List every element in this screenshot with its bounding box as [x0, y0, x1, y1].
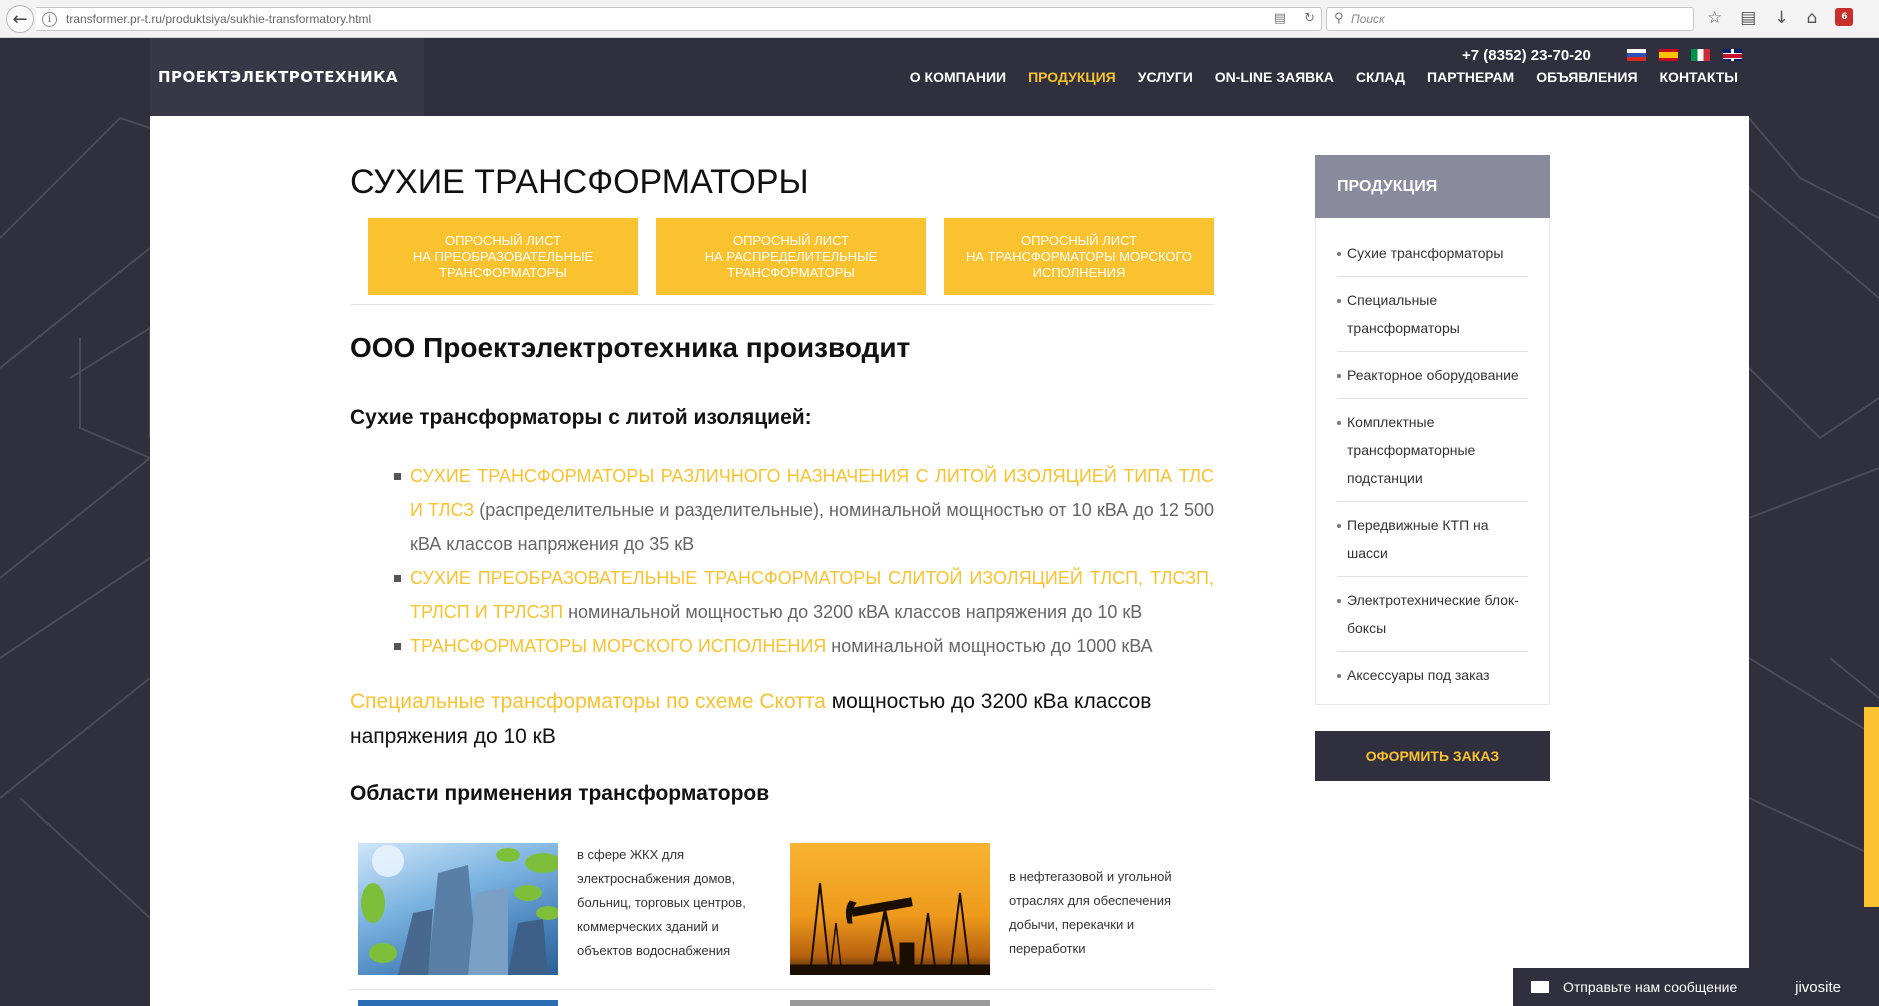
scott-paragraph: Специальные трансформаторы по схеме Скот…: [350, 684, 1214, 754]
library-icon[interactable]: ▤: [1740, 8, 1756, 28]
button-line: НА РАСПРЕДЕЛИТЕЛЬНЫЕ: [704, 248, 878, 264]
list-item: СУХИЕ ПРЕОБРАЗОВАТЕЛЬНЫЕ ТРАНСФОРМАТОРЫ …: [394, 561, 1214, 629]
sidebar-item-substations[interactable]: Комплектные трансформаторные подстанции: [1337, 399, 1528, 502]
extension-icon[interactable]: 6: [1835, 8, 1854, 26]
sidebar-item-reactor-equipment[interactable]: Реакторное оборудование: [1337, 352, 1528, 399]
back-arrow-icon[interactable]: ←: [6, 5, 34, 33]
button-line: ИСПОЛНЕНИЯ: [1032, 264, 1126, 280]
oil-pump-image: [790, 843, 990, 975]
product-list: СУХИЕ ТРАНСФОРМАТОРЫ РАЗЛИЧНОГО НАЗНАЧЕН…: [394, 459, 1214, 663]
button-line: НА ПРЕОБРАЗОВАТЕЛЬНЫЕ: [412, 248, 594, 264]
home-icon[interactable]: ⌂: [1807, 8, 1818, 28]
chat-message-label[interactable]: Отправьте нам сообщение: [1563, 979, 1737, 995]
button-line: НА ТРАНСФОРМАТОРЫ МОРСКОГО: [966, 248, 1192, 264]
questionnaire-marine-button[interactable]: ОПРОСНЫЙ ЛИСТ НА ТРАНСФОРМАТОРЫ МОРСКОГО…: [944, 218, 1214, 295]
browser-toolbar: ← i transformer.pr-t.ru/produktsiya/sukh…: [0, 0, 1879, 38]
search-placeholder: Поиск: [1351, 12, 1385, 26]
nav-services[interactable]: УСЛУГИ: [1138, 69, 1193, 85]
cast-insulation-heading: Сухие трансформаторы с литой изоляцией:: [350, 406, 812, 429]
flag-it-icon[interactable]: [1691, 49, 1710, 61]
logo-text[interactable]: ПРОЕКТЭЛЕКТРОТЕХНИКА: [158, 68, 398, 86]
button-line: ОПРОСНЫЙ ЛИСТ: [733, 232, 849, 248]
sidebar-item-special-transformers[interactable]: Специальные трансформаторы: [1337, 277, 1528, 352]
sidebar-item-mobile-ktp[interactable]: Передвижные КТП на шасси: [1337, 502, 1528, 577]
page-title: СУХИЕ ТРАНСФОРМАТОРЫ: [350, 163, 809, 201]
nav-about[interactable]: О КОМПАНИИ: [910, 69, 1006, 85]
product-desc: номинальной мощностью до 3200 кВА классо…: [563, 602, 1143, 622]
questionnaire-buttons: ОПРОСНЫЙ ЛИСТ НА ПРЕОБРАЗОВАТЕЛЬНЫЕ ТРАН…: [368, 218, 1214, 295]
flag-ru-icon[interactable]: [1627, 49, 1646, 61]
product-link[interactable]: ТРАНСФОРМАТОРЫ МОРСКОГО ИСПОЛНЕНИЯ: [410, 636, 826, 656]
city-buildings-image: [358, 843, 558, 975]
language-switcher: [1627, 49, 1742, 61]
button-line: ТРАНСФОРМАТОРЫ: [439, 264, 567, 280]
download-icon[interactable]: ↓: [1774, 8, 1788, 28]
flag-gb-icon[interactable]: [1723, 49, 1742, 61]
bookmark-star-icon[interactable]: ☆: [1707, 8, 1722, 28]
sidebar-item-block-boxes[interactable]: Электротехнические блок-боксы: [1337, 577, 1528, 652]
area-card-housing: в сфере ЖКХ для электроснабжения домов, …: [358, 843, 748, 975]
browser-search-input[interactable]: ⚲ Поиск: [1326, 7, 1694, 31]
divider: [350, 304, 1214, 305]
area-text-housing: в сфере ЖКХ для электроснабжения домов, …: [577, 847, 746, 958]
areas-title: Области применения трансформаторов: [350, 782, 770, 805]
button-line: ТРАНСФОРМАТОРЫ: [727, 264, 855, 280]
area-text-oil: в нефтегазовой и угольной отраслях для о…: [1009, 869, 1172, 956]
list-item: СУХИЕ ТРАНСФОРМАТОРЫ РАЗЛИЧНОГО НАЗНАЧЕН…: [394, 459, 1214, 561]
envelope-icon: [1531, 981, 1549, 993]
reader-view-icon[interactable]: ▤: [1274, 11, 1286, 26]
button-line: ОПРОСНЫЙ ЛИСТ: [445, 232, 561, 248]
jivosite-logo: jivosite: [1795, 978, 1841, 996]
main-content: СУХИЕ ТРАНСФОРМАТОРЫ ОПРОСНЫЙ ЛИСТ НА ПР…: [150, 116, 1749, 1006]
questionnaire-converter-button[interactable]: ОПРОСНЫЙ ЛИСТ НА ПРЕОБРАЗОВАТЕЛЬНЫЕ ТРАН…: [368, 218, 638, 295]
logo[interactable]: ПРОЕКТЭЛЕКТРОТЕХНИКА: [150, 38, 424, 116]
list-item: ТРАНСФОРМАТОРЫ МОРСКОГО ИСПОЛНЕНИЯ номин…: [394, 629, 1214, 663]
sidebar-menu: Сухие трансформаторы Специальные трансфо…: [1315, 218, 1550, 705]
main-nav: О КОМПАНИИ ПРОДУКЦИЯ УСЛУГИ ON-LINE ЗАЯВ…: [910, 69, 1738, 85]
nav-products[interactable]: ПРОДУКЦИЯ: [1028, 69, 1116, 85]
chat-widget[interactable]: Отправьте нам сообщение jivosite: [1513, 968, 1879, 1006]
flag-es-icon[interactable]: [1659, 49, 1678, 61]
button-line: ОПРОСНЫЙ ЛИСТ: [1021, 232, 1137, 248]
product-desc: номинальной мощностью до 1000 кВА: [826, 636, 1153, 656]
search-icon: ⚲: [1334, 11, 1344, 26]
site-header: ПРОЕКТЭЛЕКТРОТЕХНИКА +7 (8352) 23-70-20 …: [0, 38, 1879, 116]
sidebar-item-accessories[interactable]: Аксессуары под заказ: [1337, 652, 1528, 698]
section-subtitle: ООО Проектэлектротехника производит: [350, 332, 911, 363]
phone-number[interactable]: +7 (8352) 23-70-20: [1462, 47, 1591, 64]
nav-warehouse[interactable]: СКЛАД: [1356, 69, 1405, 85]
url-text[interactable]: transformer.pr-t.ru/produktsiya/sukhie-t…: [66, 12, 371, 26]
reload-icon[interactable]: ↻: [1304, 11, 1315, 26]
scott-link[interactable]: Специальные трансформаторы по схеме Скот…: [350, 690, 826, 713]
product-desc: (распределительные и разделительные), но…: [410, 500, 1214, 554]
area-card-oil: в нефтегазовой и угольной отраслях для о…: [790, 843, 1180, 975]
next-image-peek: [358, 1000, 558, 1006]
nav-announcements[interactable]: ОБЪЯВЛЕНИЯ: [1536, 69, 1637, 85]
divider: [350, 989, 1214, 990]
questionnaire-distribution-button[interactable]: ОПРОСНЫЙ ЛИСТ НА РАСПРЕДЕЛИТЕЛЬНЫЕ ТРАНС…: [656, 218, 926, 295]
sidebar-title: ПРОДУКЦИЯ: [1315, 155, 1550, 218]
address-bar[interactable]: i transformer.pr-t.ru/produktsiya/sukhie…: [36, 7, 1322, 31]
side-feedback-tab[interactable]: [1864, 707, 1879, 907]
info-icon[interactable]: i: [42, 12, 57, 27]
nav-contacts[interactable]: КОНТАКТЫ: [1660, 69, 1738, 85]
nav-partners[interactable]: ПАРТНЕРАМ: [1427, 69, 1514, 85]
sidebar-item-dry-transformers[interactable]: Сухие трансформаторы: [1337, 230, 1528, 277]
nav-online-request[interactable]: ON-LINE ЗАЯВКА: [1215, 69, 1334, 85]
sidebar: ПРОДУКЦИЯ Сухие трансформаторы Специальн…: [1315, 155, 1550, 781]
place-order-button[interactable]: ОФОРМИТЬ ЗАКАЗ: [1315, 731, 1550, 781]
next-image-peek: [790, 1000, 990, 1006]
